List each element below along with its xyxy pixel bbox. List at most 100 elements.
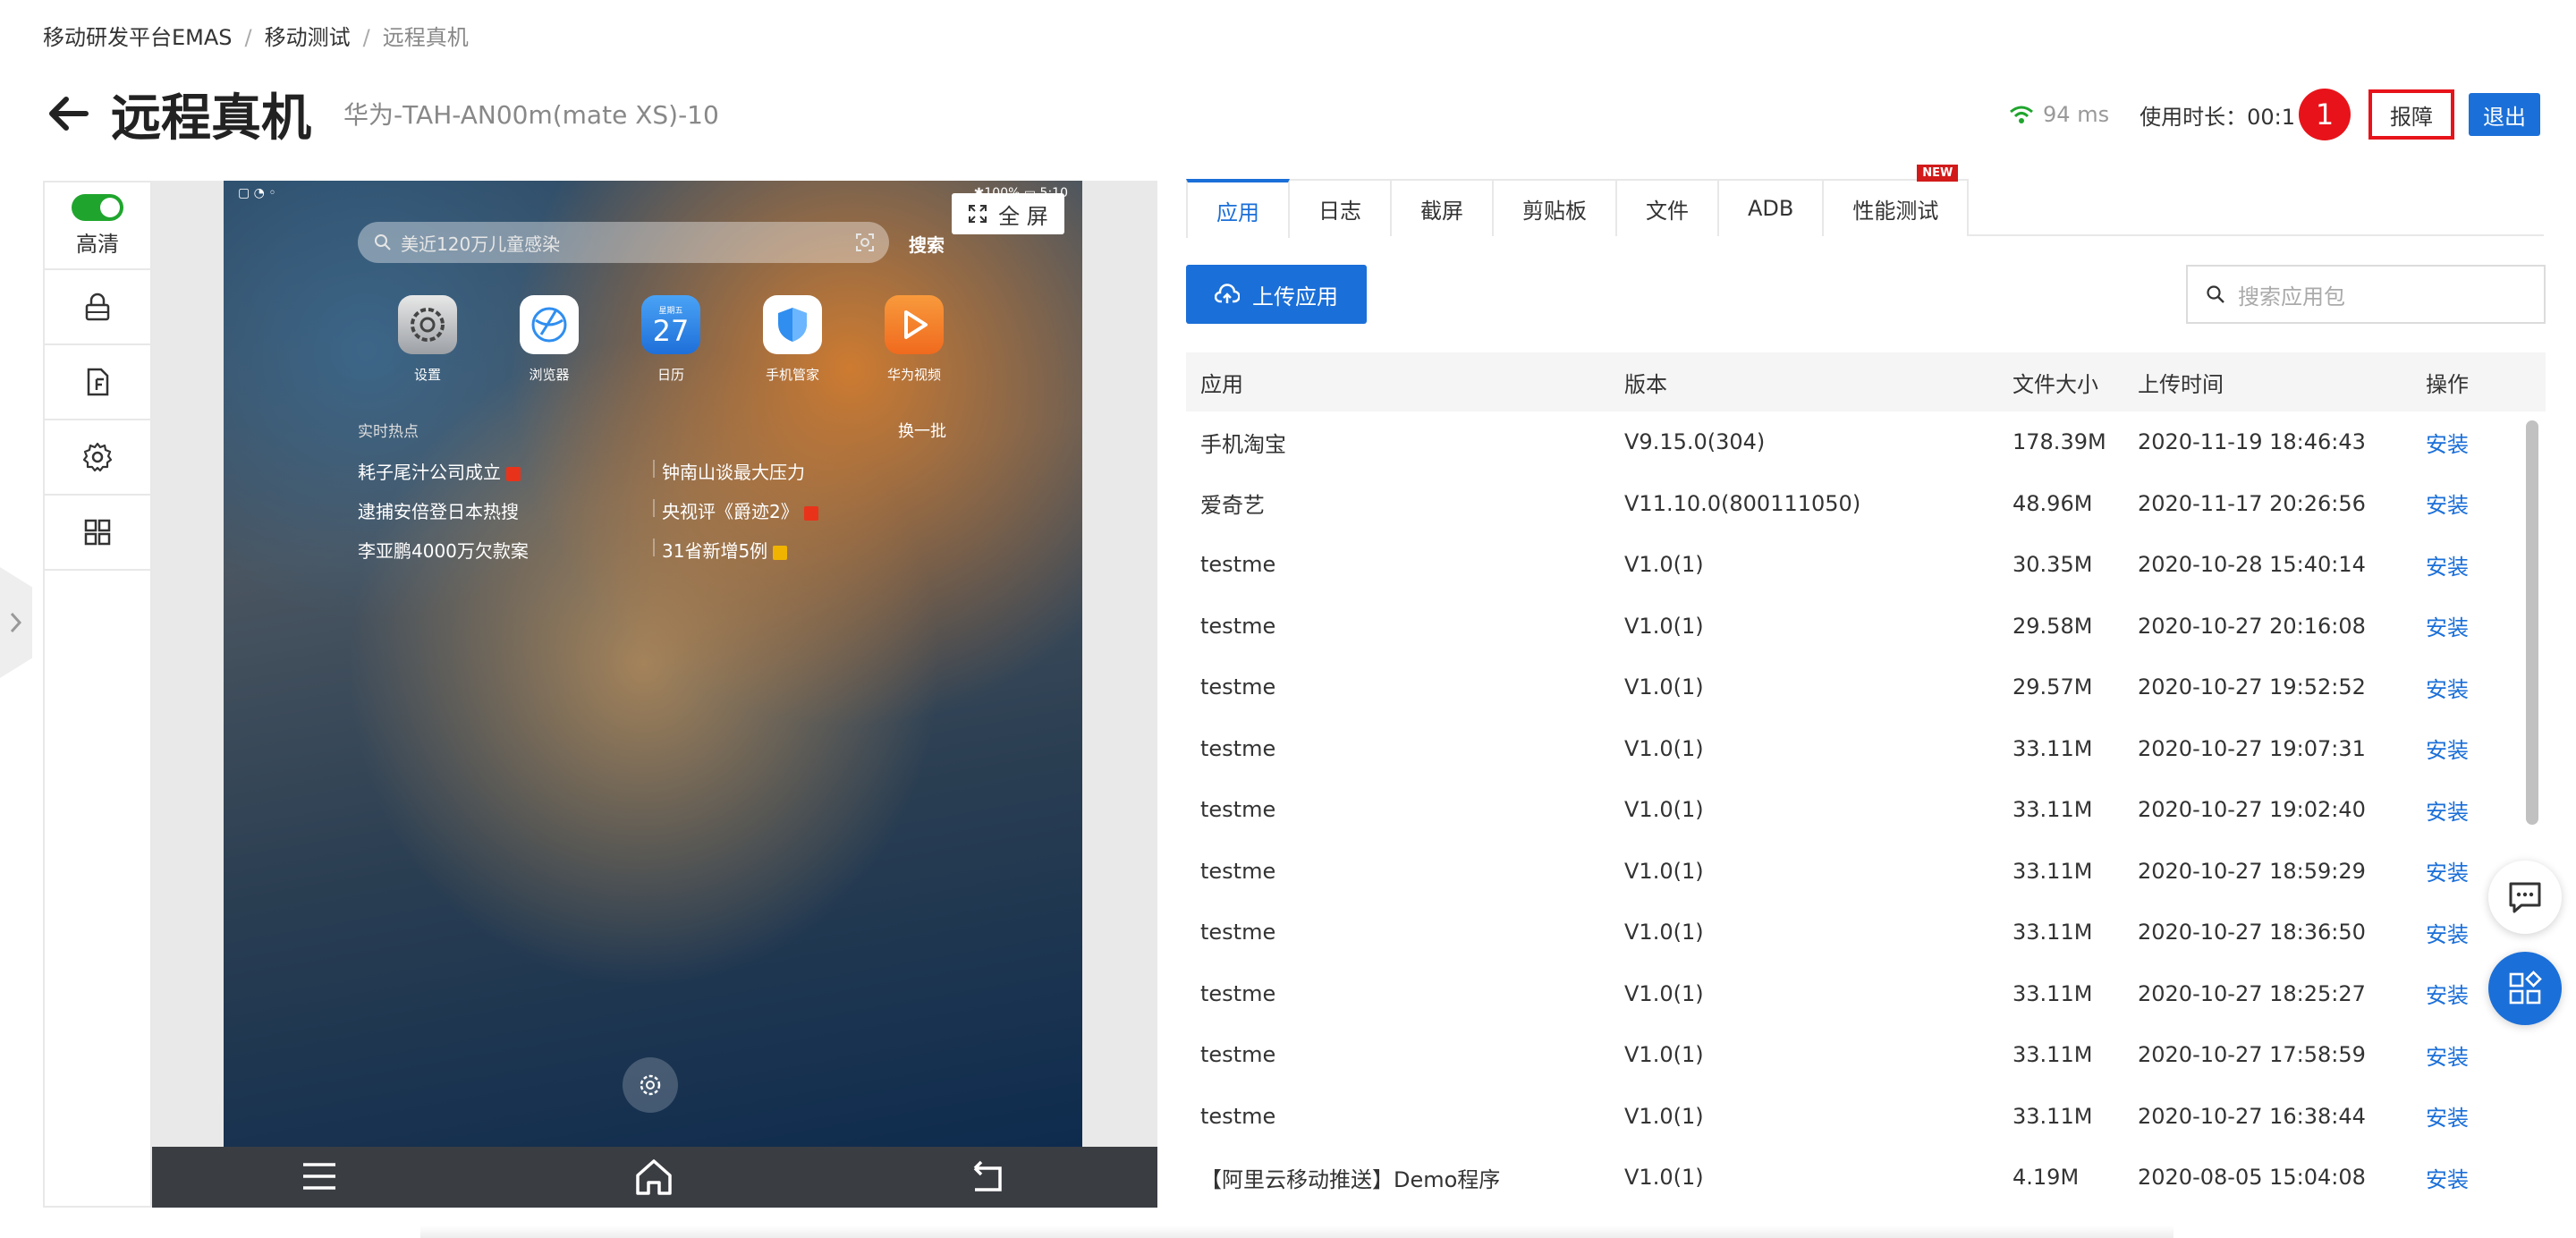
search-placeholder: 搜索应用包 (2238, 284, 2345, 310)
app-search-input[interactable]: 搜索应用包 (2186, 265, 2546, 324)
install-link[interactable]: 安装 (2411, 1100, 2528, 1132)
cell-size: 33.11M (2012, 980, 2093, 1006)
tab-performance[interactable]: 性能测试 NEW (1822, 165, 1970, 236)
phone-app-manager[interactable]: 手机管家 (732, 295, 853, 384)
cell-size: 33.11M (2012, 1042, 2093, 1068)
hot-topic-item[interactable]: 钟南山谈最大压力 (662, 458, 805, 484)
app-center-button[interactable] (2488, 952, 2562, 1025)
tab-clipboard[interactable]: 剪贴板 (1492, 179, 1617, 236)
function-tabs: 应用 日志 截屏 剪贴板 文件 ADB 性能测试 NEW (1186, 165, 2544, 238)
tab-screenshot[interactable]: 截屏 (1390, 179, 1494, 236)
lock-icon (85, 293, 110, 321)
install-link[interactable]: 安装 (2411, 1162, 2528, 1193)
hot-topic-item[interactable]: 31省新增5例 (662, 537, 788, 563)
phone-app-calendar[interactable]: 星期五 27 日历 (610, 295, 732, 384)
tab-logs[interactable]: 日志 (1288, 179, 1392, 236)
hd-toggle[interactable] (72, 193, 123, 221)
hot-topic-item[interactable]: 李亚鹏4000万欠款案 (358, 537, 529, 563)
hot-topic-item[interactable]: 逮捕安倍登日本热搜 (358, 497, 519, 523)
cell-upload-time: 2020-10-28 15:40:14 (2138, 552, 2366, 578)
tab-files[interactable]: 文件 (1615, 179, 1719, 236)
phone-search-button[interactable]: 搜索 (909, 231, 945, 257)
report-issue-button[interactable]: 报障 (2368, 89, 2454, 140)
cloud-upload-icon (1215, 284, 1240, 303)
cell-upload-time: 2020-10-27 19:07:31 (2138, 735, 2366, 761)
hot-topic-item[interactable]: 央视评《爵迹2》 (662, 497, 818, 523)
cell-app: 爱奇艺 (1200, 493, 1265, 519)
tab-apps[interactable]: 应用 (1186, 179, 1290, 238)
cell-version: V1.0(1) (1624, 552, 1704, 578)
install-link[interactable]: 安装 (2411, 610, 2528, 641)
install-link[interactable]: 安装 (2411, 733, 2528, 764)
cell-size: 30.35M (2012, 552, 2093, 578)
document-icon (87, 368, 109, 396)
cell-app: testme (1200, 613, 1276, 639)
install-file-button[interactable] (45, 345, 150, 420)
tab-label: 截屏 (1420, 198, 1463, 224)
upload-app-button[interactable]: 上传应用 (1186, 265, 1367, 324)
cell-app: testme (1200, 1042, 1276, 1068)
phone-app-settings[interactable]: 设置 (367, 295, 488, 384)
annotation-badge: 1 (2299, 89, 2351, 140)
hd-toggle-item[interactable]: 高清 (45, 182, 150, 270)
cell-app: testme (1200, 735, 1276, 761)
table-row: testme V1.0(1) 33.11M 2020-10-27 18:59:29 安装 (1186, 841, 2546, 903)
back-nav-icon[interactable] (968, 1157, 1005, 1195)
phone-app-browser[interactable]: 浏览器 (488, 295, 610, 384)
fullscreen-button[interactable]: 全 屏 (952, 193, 1064, 234)
chevron-right-icon (10, 612, 22, 633)
device-screen[interactable]: ▢ ◔ ◦ ✱100% ▭ 5:10 美近120万儿童感染 搜索 设置 浏览器 (224, 181, 1082, 1147)
phone-app-video[interactable]: 华为视频 (853, 295, 975, 384)
settings-button[interactable] (45, 420, 150, 496)
lock-screen-button[interactable] (45, 270, 150, 345)
scan-icon[interactable] (855, 233, 875, 252)
app-table: 应用 版本 文件大小 上传时间 操作 手机淘宝 V9.15.0(304) 178.3… (1186, 352, 2546, 1208)
new-badge: NEW (1917, 165, 1959, 182)
install-link[interactable]: 安装 (2411, 672, 2528, 703)
bottom-shadow (420, 1225, 2174, 1238)
feedback-button[interactable] (2488, 861, 2562, 934)
cell-size: 33.11M (2012, 797, 2093, 823)
table-row: testme V1.0(1) 33.11M 2020-10-27 17:58:59 安装 (1186, 1024, 2546, 1086)
breadcrumb-mobile-test[interactable]: 移动测试 (265, 25, 351, 50)
tab-label: 文件 (1646, 198, 1689, 224)
usage-duration: 使用时长：00:1 (2140, 104, 2295, 130)
hot-topic-item[interactable]: 耗子尾汁公司成立 (358, 458, 521, 484)
breadcrumb-emas[interactable]: 移动研发平台EMAS (43, 25, 233, 50)
cell-upload-time: 2020-10-27 16:38:44 (2138, 1103, 2366, 1129)
install-link[interactable]: 安装 (2411, 488, 2528, 519)
new-tag (773, 545, 788, 560)
table-scrollbar[interactable] (2526, 420, 2538, 825)
hot-tag (803, 505, 818, 521)
exit-button[interactable]: 退出 (2469, 93, 2540, 136)
table-row: testme V1.0(1) 33.11M 2020-10-27 16:38:44 安装 (1186, 1086, 2546, 1148)
upload-label: 上传应用 (1252, 284, 1338, 310)
cell-upload-time: 2020-10-27 19:52:52 (2138, 674, 2366, 700)
hot-topic-text: 央视评《爵迹2》 (662, 501, 799, 522)
install-link[interactable]: 安装 (2411, 549, 2528, 581)
tab-adb[interactable]: ADB (1717, 179, 1825, 236)
back-arrow-icon[interactable] (43, 89, 93, 139)
install-link[interactable]: 安装 (2411, 427, 2528, 458)
home-icon[interactable] (633, 1157, 674, 1197)
wifi-icon (2010, 106, 2033, 123)
table-row: 爱奇艺 V11.10.0(800111050) 48.96M 2020-11-17 2… (1186, 473, 2546, 535)
cell-size: 178.39M (2012, 429, 2106, 455)
menu-icon[interactable] (301, 1157, 338, 1195)
search-icon (375, 234, 391, 250)
install-link[interactable]: 安装 (2411, 1039, 2528, 1071)
grid-menu-button[interactable] (45, 496, 150, 571)
sidebar-expand-tab[interactable] (0, 567, 32, 678)
latency-value: 94 ms (2043, 102, 2110, 127)
cell-version: V1.0(1) (1624, 735, 1704, 761)
cell-app: 手机淘宝 (1200, 431, 1286, 457)
cell-upload-time: 2020-10-27 17:58:59 (2138, 1042, 2366, 1068)
install-link[interactable]: 安装 (2411, 794, 2528, 826)
table-row: 手机淘宝 V9.15.0(304) 178.39M 2020-11-19 18:46:… (1186, 411, 2546, 473)
phone-settings-gear[interactable] (623, 1057, 678, 1113)
phone-search-bar[interactable]: 美近120万儿童感染 (358, 222, 889, 263)
hot-topics-refresh[interactable]: 换一批 (898, 419, 946, 442)
app-label: 浏览器 (529, 367, 570, 383)
cell-version: V1.0(1) (1624, 797, 1704, 823)
remote-device-view: ▢ ◔ ◦ ✱100% ▭ 5:10 美近120万儿童感染 搜索 设置 浏览器 (152, 181, 1157, 1208)
